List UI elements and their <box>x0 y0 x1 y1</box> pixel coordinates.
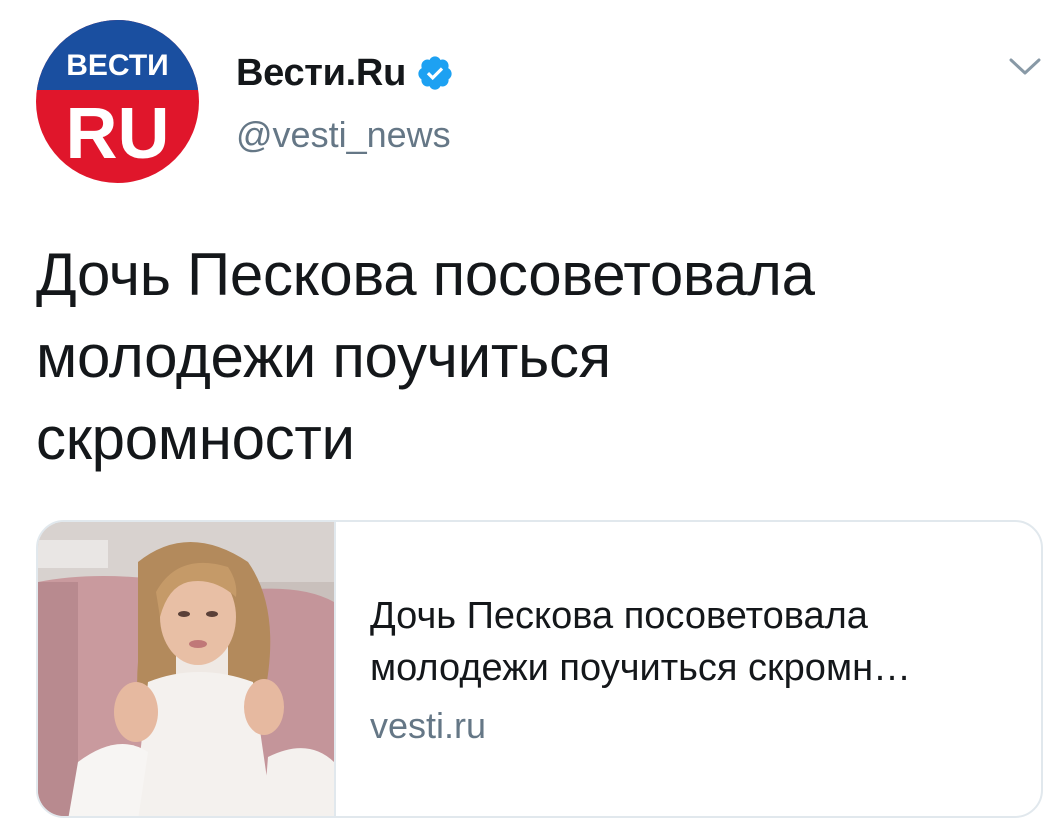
avatar-logo-bottom: RU <box>66 94 170 174</box>
vesti-logo: ВЕСТИ RU <box>36 20 199 183</box>
tweet-text-line: скромности <box>36 405 355 472</box>
card-title: Дочь Пескова посоветовала молодежи поучи… <box>370 590 1020 694</box>
verified-badge-icon <box>416 54 454 92</box>
card-thumbnail-image <box>38 522 336 816</box>
link-preview-card[interactable]: Дочь Пескова посоветовала молодежи поучи… <box>36 520 1043 818</box>
author-handle[interactable]: @vesti_news <box>236 113 451 157</box>
tweet-text: Дочь Пескова посоветовала молодежи поучи… <box>36 234 1026 480</box>
tweet-text-line: молодежи поучиться <box>36 323 611 390</box>
author-avatar[interactable]: ВЕСТИ RU <box>36 20 199 183</box>
tweet-text-line: Дочь Пескова посоветовала <box>36 241 815 308</box>
card-title-line: молодежи поучиться скромн… <box>370 647 912 689</box>
card-body[interactable]: Дочь Пескова посоветовала молодежи поучи… <box>336 522 1041 816</box>
author-display-name[interactable]: Вести.Ru <box>236 50 406 96</box>
avatar-logo-top: ВЕСТИ <box>66 49 168 82</box>
chevron-down-icon[interactable] <box>1007 52 1043 80</box>
card-title-line: Дочь Пескова посоветовала <box>370 595 868 637</box>
card-domain: vesti.ru <box>370 705 487 746</box>
author-name-row[interactable]: Вести.Ru <box>236 50 454 96</box>
